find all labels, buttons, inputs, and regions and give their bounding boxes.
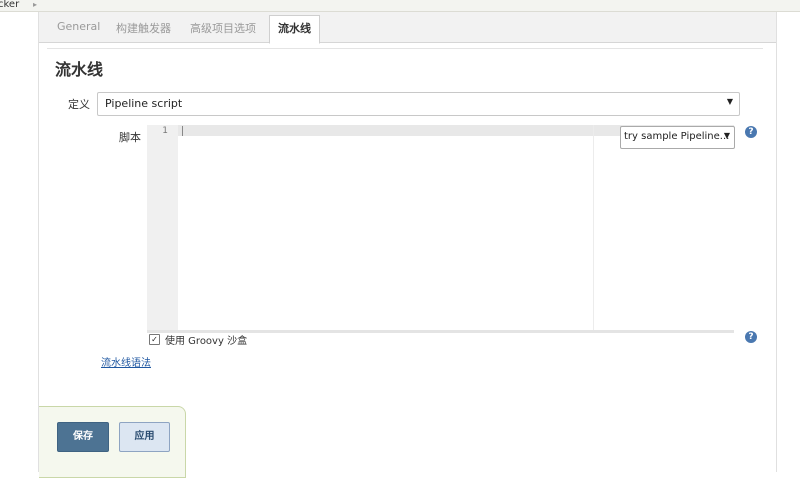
save-button[interactable]: 保存 [57, 422, 109, 452]
sample-pipeline-value: try sample Pipeline... [624, 131, 730, 142]
help-icon[interactable]: ? [745, 331, 757, 343]
definition-select[interactable]: Pipeline script ▼ [97, 92, 740, 116]
caret-down-icon: ▼ [726, 97, 733, 106]
script-label: 脚本 [119, 131, 141, 144]
breadcrumb-item[interactable]: cker [0, 0, 19, 10]
section-title: 流水线 [55, 60, 104, 79]
line-number: 1 [162, 126, 168, 136]
line-number-gutter: 1 [147, 125, 178, 330]
groovy-sandbox-checkbox[interactable]: ✓ [149, 334, 160, 345]
text-cursor [182, 126, 183, 136]
definition-label: 定义 [68, 98, 90, 111]
tab-pipeline[interactable]: 流水线 [269, 15, 320, 44]
chevron-right-icon: ▸ [33, 0, 38, 9]
script-editor[interactable]: 1 [147, 125, 734, 333]
help-icon[interactable]: ? [745, 126, 757, 138]
tab-general[interactable]: General [57, 20, 100, 33]
config-panel: General 构建触发器 高级项目选项 流水线 流水线 定义 Pipeline… [38, 12, 777, 478]
groovy-sandbox-label: 使用 Groovy 沙盒 [165, 336, 248, 347]
tab-bar: General 构建触发器 高级项目选项 流水线 [39, 12, 776, 44]
definition-select-value: Pipeline script [105, 97, 183, 110]
caret-down-icon: ▼ [723, 131, 730, 140]
sample-pipeline-select[interactable]: try sample Pipeline... ▼ [620, 126, 735, 149]
tab-advanced-options[interactable]: 高级项目选项 [190, 20, 256, 36]
pipeline-syntax-link[interactable]: 流水线语法 [101, 354, 151, 369]
section-divider [47, 48, 763, 49]
apply-button[interactable]: 应用 [119, 422, 170, 452]
breadcrumb: cker ▸ [0, 0, 800, 12]
tab-build-triggers[interactable]: 构建触发器 [116, 20, 171, 36]
editor-margin-line [593, 125, 594, 330]
